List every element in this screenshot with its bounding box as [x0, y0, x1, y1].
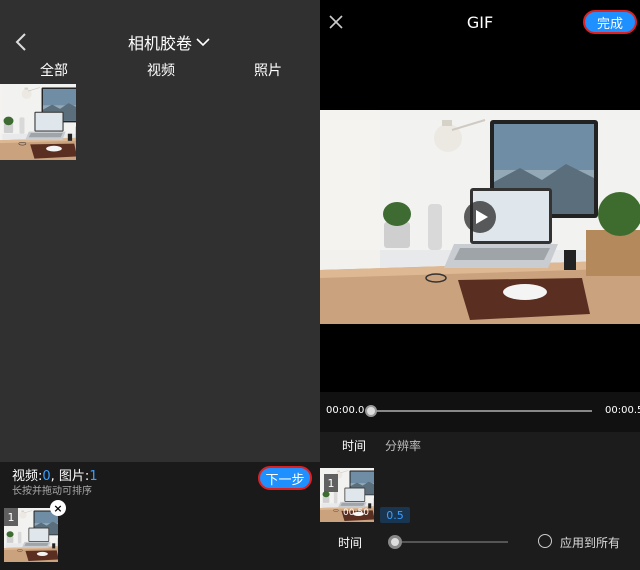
chevron-down-icon — [196, 38, 210, 47]
remove-selection-button[interactable]: × — [50, 500, 66, 516]
timeline-track[interactable] — [372, 410, 592, 412]
duration-slider-track[interactable] — [390, 541, 508, 543]
tab-all[interactable]: 全部 — [40, 60, 68, 80]
duration-slider-knob[interactable] — [388, 535, 402, 549]
selected-index-badge: 1 — [4, 508, 18, 526]
time-start: 00:00.0 — [326, 405, 365, 416]
tab-photo[interactable]: 照片 — [254, 60, 282, 80]
play-icon — [464, 201, 496, 233]
tab-video[interactable]: 视频 — [147, 60, 175, 80]
time-end: 00:00.5 — [605, 405, 640, 416]
tab-resolution[interactable]: 分辨率 — [385, 437, 421, 454]
duration-label: 时间 — [338, 536, 363, 550]
desk-photo-thumbnail — [0, 84, 76, 160]
timeline-scrubber[interactable] — [365, 405, 377, 417]
tab-time[interactable]: 时间 — [342, 437, 366, 454]
selection-bar: 视频:0, 图片:1 长按并拖动可排序 下一步 1 × — [0, 462, 320, 570]
chevron-left-icon — [15, 33, 26, 51]
next-step-button[interactable]: 下一步 — [258, 466, 312, 490]
album-selector[interactable]: 相机胶卷 — [128, 30, 210, 54]
media-type-tabs: 全部 视频 照片 — [0, 60, 320, 82]
done-button[interactable]: 完成 — [583, 10, 637, 34]
apply-all-label[interactable]: 应用到所有 — [560, 534, 620, 551]
settings-panel: 时间 分辨率 1 00:50 0.5 时间 应用到所有 — [320, 432, 640, 570]
apply-all-radio[interactable] — [538, 534, 552, 548]
album-title: 相机胶卷 — [128, 34, 193, 53]
close-icon: × — [53, 501, 63, 515]
duration-value-badge: 0.5 — [380, 507, 410, 523]
reorder-hint: 长按并拖动可排序 — [12, 486, 92, 497]
album-picker-panel: 相机胶卷 全部 视频 照片 视频:0, 图片:1 长按并拖动可排序 下一步 1 … — [0, 0, 320, 570]
back-button[interactable] — [8, 28, 36, 56]
gif-editor-panel: GIF 完成 00:00.0 00:00.5 时间 分辨率 1 00:50 0.… — [320, 0, 640, 570]
frame-duration: 00:50 — [343, 508, 369, 518]
media-thumbnail[interactable] — [0, 84, 76, 160]
frame-index-badge: 1 — [324, 474, 338, 492]
play-button[interactable] — [463, 200, 497, 234]
